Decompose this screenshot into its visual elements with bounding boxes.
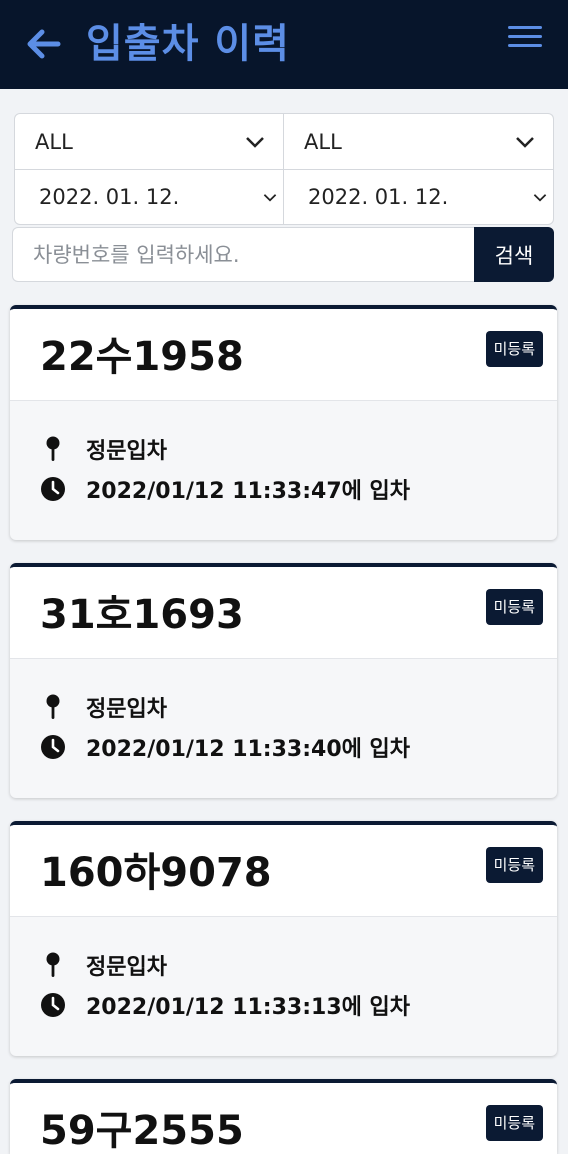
record-card[interactable]: 22수1958 미등록 정문입차 2022/01/12 11:33:47에 입차: [10, 305, 557, 540]
plate-number: 31호1693: [40, 592, 244, 638]
date-to-value: 2022. 01. 12.: [308, 185, 449, 209]
plate-number: 160하9078: [40, 850, 272, 896]
filter-select-2-value: ALL: [304, 129, 342, 154]
chevron-down-icon: [263, 193, 277, 202]
record-card[interactable]: 160하9078 미등록 정문입차 2022/01/12 11:33:13에 입…: [10, 821, 557, 1056]
chevron-down-icon: [516, 136, 534, 148]
search-bar: 검색: [12, 227, 554, 282]
clock-icon: [40, 992, 66, 1018]
chevron-down-icon: [533, 193, 547, 202]
record-card[interactable]: 31호1693 미등록 정문입차 2022/01/12 11:33:40에 입차: [10, 563, 557, 798]
clock-icon: [40, 734, 66, 760]
pin-icon: [40, 952, 66, 978]
status-badge: 미등록: [485, 589, 543, 625]
chevron-down-icon: [246, 136, 264, 148]
pin-icon: [40, 436, 66, 462]
status-badge: 미등록: [485, 331, 543, 367]
plate-search-input[interactable]: [12, 227, 474, 282]
record-card[interactable]: 59구2555 미등록: [10, 1079, 557, 1154]
entry-time-text: 2022/01/12 11:33:40에 입차: [86, 737, 411, 762]
entry-time-text: 2022/01/12 11:33:13에 입차: [86, 995, 411, 1020]
hamburger-menu-icon[interactable]: [508, 26, 542, 52]
date-from-select[interactable]: 2022. 01. 12.: [14, 169, 284, 225]
page-title: 입출차 이력: [86, 21, 290, 67]
pin-icon: [40, 694, 66, 720]
status-badge: 미등록: [485, 847, 543, 883]
gate-text: 정문입차: [86, 439, 167, 464]
date-to-select[interactable]: 2022. 01. 12.: [284, 169, 554, 225]
gate-text: 정문입차: [86, 697, 167, 722]
app-header: 입출차 이력: [0, 0, 568, 89]
plate-number: 22수1958: [40, 334, 244, 380]
clock-icon: [40, 476, 66, 502]
filter-select-2[interactable]: ALL: [284, 113, 554, 169]
date-from-value: 2022. 01. 12.: [39, 185, 180, 209]
entry-time-text: 2022/01/12 11:33:47에 입차: [86, 479, 411, 504]
gate-text: 정문입차: [86, 955, 167, 980]
filter-panel: ALL ALL 2022. 01. 12. 2022. 01. 12.: [14, 113, 554, 225]
status-badge: 미등록: [485, 1105, 543, 1141]
plate-number: 59구2555: [40, 1108, 244, 1154]
search-button[interactable]: 검색: [474, 227, 554, 282]
back-arrow-icon[interactable]: [24, 24, 64, 64]
filter-select-1[interactable]: ALL: [14, 113, 284, 169]
filter-select-1-value: ALL: [35, 129, 73, 154]
